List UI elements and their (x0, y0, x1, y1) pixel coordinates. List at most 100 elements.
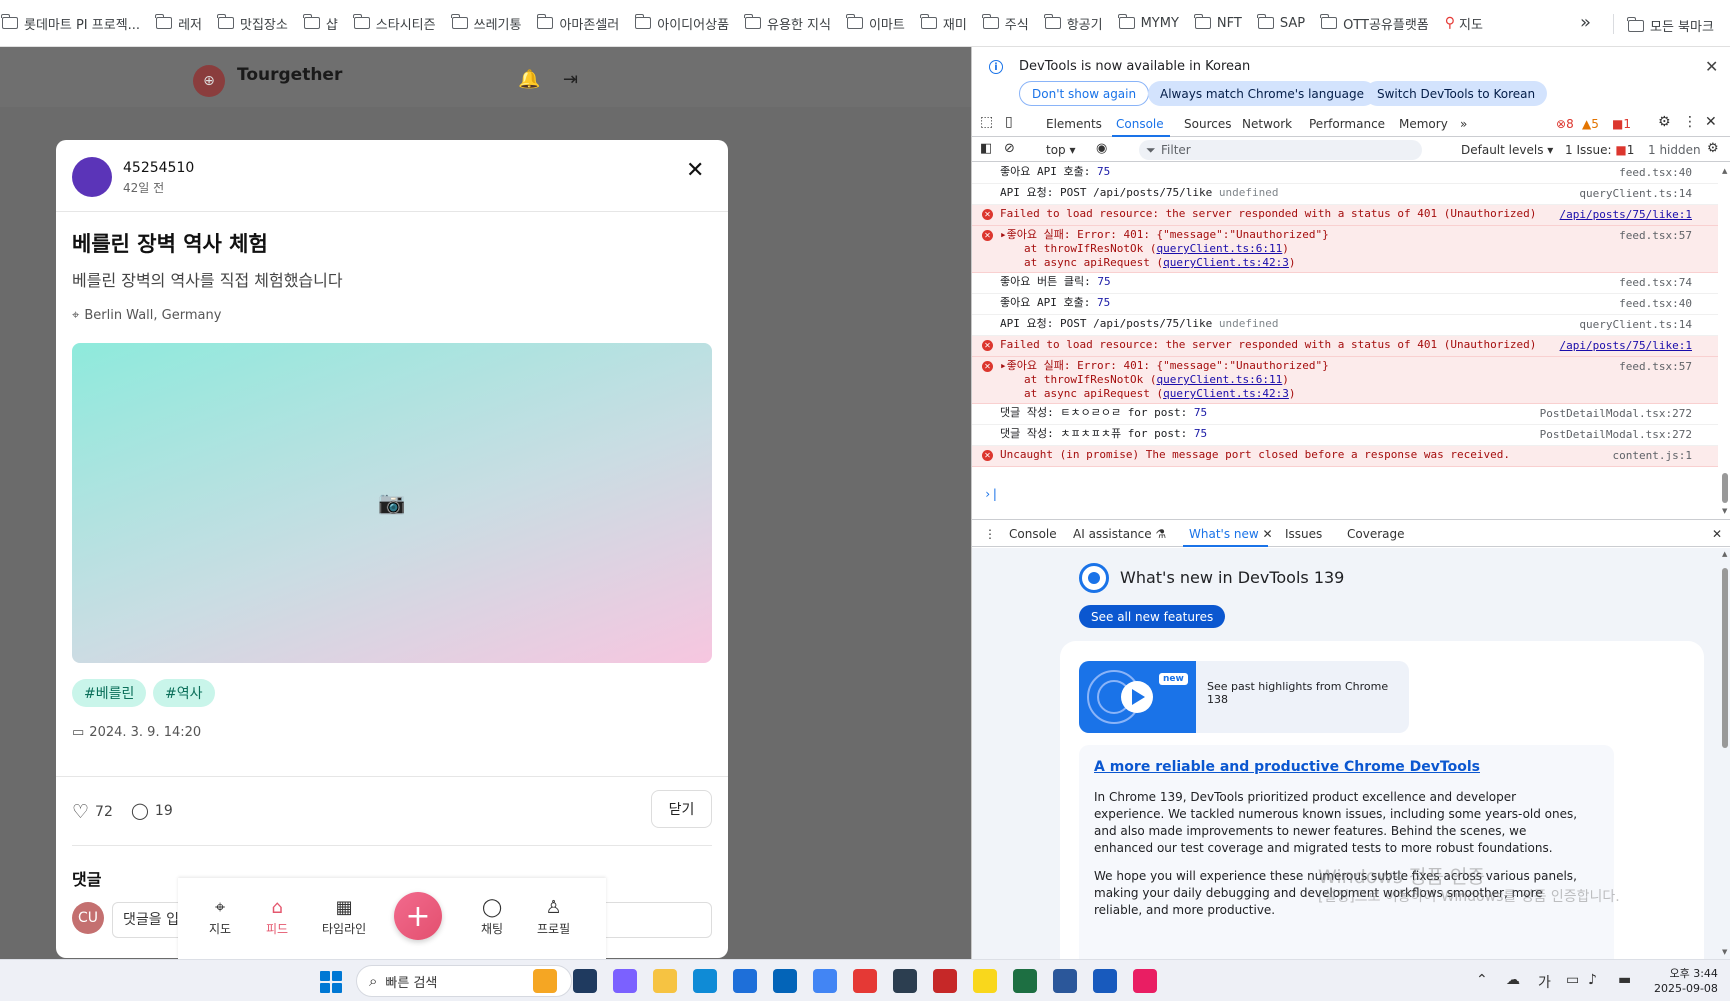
console-error[interactable]: ✕ ▸좋아요 실패: Error: 401: {"message":"Unauth… (972, 226, 1718, 273)
source-link[interactable]: feed.tsx:57 (1619, 229, 1692, 243)
bell-icon[interactable]: 🔔 (518, 69, 540, 90)
bookmark-folder[interactable]: 맛집장소 (217, 14, 288, 33)
bookmark-folder[interactable]: 아마존셀러 (536, 14, 619, 33)
whats-new-scrollbar[interactable]: ▲ ▼ (1721, 548, 1729, 959)
issue-count-badge[interactable]: ■1 (1612, 117, 1631, 131)
add-post-button[interactable]: + (394, 892, 442, 940)
console-scrollbar[interactable]: ▲ ▼ (1721, 163, 1729, 518)
nav-feed[interactable]: ⌂ 피드 (266, 898, 288, 937)
close-icon[interactable]: ✕ (1705, 57, 1718, 76)
source-link[interactable]: queryClient.ts:14 (1579, 318, 1692, 332)
error-count-badge[interactable]: ⊗8 (1556, 117, 1574, 131)
store-icon[interactable] (733, 969, 757, 993)
tab-sources[interactable]: Sources (1184, 117, 1231, 131)
more-tabs-icon[interactable]: » (1460, 117, 1467, 131)
tag-berlin[interactable]: #베를린 (72, 679, 147, 707)
source-link[interactable]: feed.tsx:74 (1619, 276, 1692, 290)
bookmark-folder[interactable]: 스타시티즌 (353, 14, 436, 33)
close-icon[interactable]: ✕ (686, 158, 704, 183)
bookmark-folder[interactable]: 아이디어상품 (634, 14, 729, 33)
warning-count-badge[interactable]: ▲5 (1582, 117, 1599, 131)
article-title-link[interactable]: A more reliable and productive Chrome De… (1094, 759, 1480, 775)
notepad-icon[interactable] (1053, 969, 1077, 993)
nav-map[interactable]: ⌖ 지도 (209, 898, 231, 937)
console-log[interactable]: 댓글 작성: ㅊㅍㅊㅍㅊ퓨 for post: 75 PostDetailModa… (972, 425, 1718, 446)
clear-console-icon[interactable]: ⊘ (1004, 141, 1015, 156)
app-icon[interactable] (933, 969, 957, 993)
console-error[interactable]: ✕ Uncaught (in promise) The message port … (972, 446, 1718, 467)
log-levels-dropdown[interactable]: Default levels ▾ (1461, 143, 1553, 157)
bookmark-folder[interactable]: 이마트 (846, 14, 905, 33)
bookmark-folder[interactable]: SAP (1257, 14, 1305, 31)
source-link[interactable]: PostDetailModal.tsx:272 (1540, 407, 1692, 421)
drawer-tab-coverage[interactable]: Coverage (1347, 527, 1405, 541)
battery-icon[interactable]: ▬ (1618, 972, 1631, 988)
match-language-button[interactable]: Always match Chrome's language (1148, 81, 1376, 106)
tab-console[interactable]: Console (1116, 117, 1164, 131)
console-settings-icon[interactable]: ⚙ (1707, 141, 1719, 156)
tab-performance[interactable]: Performance (1309, 117, 1385, 131)
close-drawer-icon[interactable]: ✕ (1712, 527, 1722, 541)
cloud-icon[interactable]: ☁ (1506, 972, 1520, 988)
highlights-link[interactable]: new See past highlights from Chrome 138 (1079, 661, 1409, 733)
issues-link[interactable]: 1 Issue: ■1 (1565, 143, 1634, 157)
nav-profile[interactable]: ♙ 프로필 (537, 898, 570, 937)
drawer-tab-console[interactable]: Console (1009, 527, 1057, 541)
stack-link[interactable]: queryClient.ts:42:3 (1163, 256, 1289, 269)
console-log[interactable]: 좋아요 API 호출: 75 feed.tsx:40 (972, 163, 1718, 184)
tab-network[interactable]: Network (1242, 117, 1292, 131)
context-selector[interactable]: top ▾ (1046, 143, 1076, 157)
nav-timeline[interactable]: ▦ 타임라인 (322, 898, 366, 937)
bookmark-folder[interactable]: 주식 (982, 14, 1029, 33)
stack-link[interactable]: queryClient.ts:6:11 (1156, 242, 1282, 255)
console-error[interactable]: ✕ ▸좋아요 실패: Error: 401: {"message":"Unauth… (972, 357, 1718, 404)
nav-chat[interactable]: ◯ 채팅 (481, 898, 503, 937)
source-link[interactable]: feed.tsx:40 (1619, 166, 1692, 180)
source-link[interactable]: feed.tsx:57 (1619, 360, 1692, 374)
inspect-icon[interactable]: ⬚ (980, 114, 993, 130)
console-error[interactable]: ✕ Failed to load resource: the server res… (972, 205, 1718, 226)
console-prompt[interactable]: ›| (984, 487, 998, 501)
close-tab-icon[interactable]: ✕ (1263, 527, 1273, 541)
bookmark-folder[interactable]: 쓰레기통 (451, 14, 521, 33)
gear-icon[interactable]: ⚙ (1658, 114, 1671, 130)
outlook-icon[interactable] (773, 969, 797, 993)
bookmark-folder[interactable]: MYMY (1117, 14, 1179, 31)
logout-icon[interactable]: ⇥ (563, 69, 578, 90)
source-link[interactable]: PostDetailModal.tsx:272 (1540, 428, 1692, 442)
excel-icon[interactable] (1013, 969, 1037, 993)
bookmark-folder[interactable]: 롯데마트 PI 프로젝... (1, 14, 140, 33)
drawer-menu-icon[interactable]: ⋮ (984, 527, 996, 541)
drawer-tab-whats-new[interactable]: What's new ✕ (1189, 527, 1273, 541)
volume-icon[interactable]: ♪ (1588, 972, 1597, 988)
ime-indicator[interactable]: 가 (1538, 972, 1551, 992)
bookmark-map[interactable]: ⚲ 지도 (1445, 14, 1483, 33)
app-icon[interactable] (1133, 969, 1157, 993)
bookmark-folder[interactable]: 유용한 지식 (744, 14, 831, 33)
kakaotalk-icon[interactable] (973, 969, 997, 993)
eye-icon[interactable]: ◉ (1096, 141, 1107, 156)
source-link[interactable]: /api/posts/75/like:1 (1560, 339, 1692, 353)
file-explorer-icon[interactable] (653, 969, 677, 993)
bookmark-folder[interactable]: OTT공유플랫폼 (1320, 14, 1429, 33)
drawer-tab-issues[interactable]: Issues (1285, 527, 1322, 541)
photo-app-icon[interactable] (533, 969, 557, 993)
switch-korean-button[interactable]: Switch DevTools to Korean (1365, 81, 1548, 106)
tab-memory[interactable]: Memory (1399, 117, 1448, 131)
kebab-menu-icon[interactable]: ⋮ (1683, 114, 1697, 130)
device-toggle-icon[interactable]: ▯ (1005, 114, 1013, 130)
drawer-tab-ai[interactable]: AI assistance ⚗ (1073, 527, 1166, 541)
bookmark-folder[interactable]: 항공기 (1044, 14, 1103, 33)
console-log[interactable]: API 요청: POST /api/posts/75/like undefine… (972, 184, 1718, 205)
all-bookmarks-button[interactable]: 모든 북마크 (1627, 16, 1714, 35)
source-link[interactable]: content.js:1 (1613, 449, 1692, 463)
chevron-up-icon[interactable]: ⌃ (1476, 972, 1488, 988)
tag-history[interactable]: #역사 (153, 679, 215, 707)
rsi-app-icon[interactable] (573, 969, 597, 993)
source-link[interactable]: feed.tsx:40 (1619, 297, 1692, 311)
bookmark-folder[interactable]: NFT (1194, 14, 1242, 31)
console-log[interactable]: 좋아요 API 호출: 75 feed.tsx:40 (972, 294, 1718, 315)
network-icon[interactable]: ▭ (1566, 972, 1579, 988)
bookmark-folder[interactable]: 재미 (920, 14, 967, 33)
copilot-icon[interactable] (613, 969, 637, 993)
